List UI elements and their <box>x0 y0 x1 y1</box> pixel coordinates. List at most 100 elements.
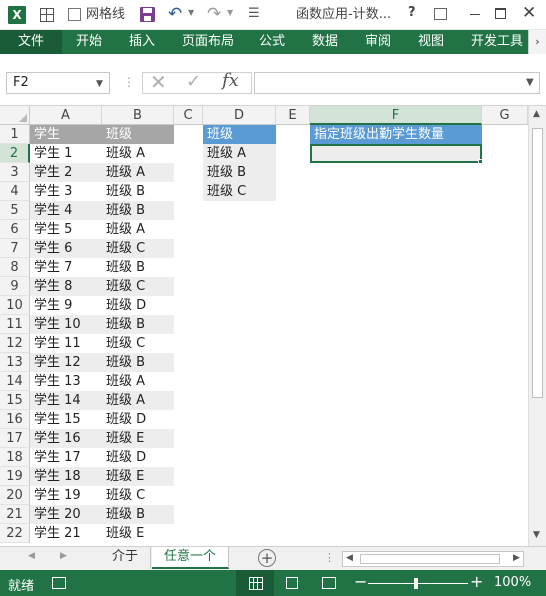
row-header-11[interactable]: 11 <box>0 315 30 334</box>
table-cell[interactable]: 班级 A <box>203 144 276 163</box>
gridlines-icon[interactable] <box>40 8 54 22</box>
column-header-e[interactable]: E <box>276 106 310 125</box>
name-box[interactable]: F2 <box>6 72 110 94</box>
table-cell[interactable]: 班级 E <box>102 467 174 486</box>
sheet-nav-right-icon[interactable]: ▶ <box>60 551 67 561</box>
table-cell[interactable]: 学生 14 <box>30 391 102 410</box>
header-cell-student[interactable]: 学生 <box>30 125 102 144</box>
horizontal-scroll-thumb[interactable] <box>360 554 500 564</box>
tab-file[interactable]: 文件 <box>0 30 62 54</box>
enter-icon[interactable]: ✓ <box>186 71 201 92</box>
table-cell[interactable]: 班级 B <box>102 505 174 524</box>
formula-input[interactable] <box>254 72 540 94</box>
table-cell[interactable]: 学生 17 <box>30 448 102 467</box>
table-cell[interactable]: 班级 C <box>102 486 174 505</box>
excel-icon[interactable]: X <box>8 6 26 24</box>
table-cell[interactable]: 班级 D <box>102 296 174 315</box>
scroll-down-icon[interactable]: ▼ <box>533 530 540 540</box>
zoom-slider[interactable] <box>368 583 468 584</box>
row-header-17[interactable]: 17 <box>0 429 30 448</box>
table-cell[interactable]: 班级 E <box>102 524 174 543</box>
row-header-10[interactable]: 10 <box>0 296 30 315</box>
table-cell[interactable]: 学生 9 <box>30 296 102 315</box>
row-header-22[interactable]: 22 <box>0 524 30 543</box>
row-header-15[interactable]: 15 <box>0 391 30 410</box>
table-cell[interactable]: 学生 11 <box>30 334 102 353</box>
insert-function-icon[interactable]: fx <box>222 70 239 91</box>
tab-formulas[interactable]: 公式 <box>259 33 285 51</box>
table-cell[interactable]: 班级 C <box>102 239 174 258</box>
sheet-nav-left-icon[interactable]: ◀ <box>28 551 35 561</box>
table-cell[interactable]: 班级 C <box>102 277 174 296</box>
table-cell[interactable]: 班级 B <box>102 315 174 334</box>
row-header-3[interactable]: 3 <box>0 163 30 182</box>
column-header-f[interactable]: F <box>310 106 482 125</box>
row-header-2[interactable]: 2 <box>0 144 30 163</box>
select-all-button[interactable] <box>0 106 30 125</box>
tab-splitter-icon[interactable]: ⋮ <box>324 551 335 564</box>
table-cell[interactable]: 学生 21 <box>30 524 102 543</box>
row-header-14[interactable]: 14 <box>0 372 30 391</box>
redo-icon[interactable]: ↷ <box>207 4 221 24</box>
save-icon[interactable] <box>140 7 155 22</box>
close-icon[interactable]: ✕ <box>522 3 536 23</box>
row-header-16[interactable]: 16 <box>0 410 30 429</box>
table-cell[interactable]: 学生 1 <box>30 144 102 163</box>
scroll-up-icon[interactable]: ▲ <box>533 109 540 119</box>
table-cell[interactable]: 班级 B <box>203 163 276 182</box>
table-cell[interactable]: 学生 7 <box>30 258 102 277</box>
table-cell[interactable]: 学生 5 <box>30 220 102 239</box>
table-cell[interactable]: 班级 B <box>102 258 174 277</box>
table-cell[interactable]: 学生 12 <box>30 353 102 372</box>
table-cell[interactable]: 班级 B <box>102 182 174 201</box>
table-cell[interactable]: 班级 A <box>102 391 174 410</box>
row-header-18[interactable]: 18 <box>0 448 30 467</box>
ribbon-scroll-right-icon[interactable]: › <box>528 30 546 54</box>
add-sheet-icon[interactable]: + <box>258 549 276 567</box>
tab-data[interactable]: 数据 <box>312 33 338 51</box>
normal-view-icon[interactable] <box>236 570 274 596</box>
vertical-scroll-thumb[interactable] <box>532 128 543 398</box>
maximize-icon[interactable] <box>495 8 506 19</box>
macro-record-icon[interactable] <box>52 577 66 589</box>
scroll-left-icon[interactable]: ◀ <box>346 553 353 563</box>
row-header-4[interactable]: 4 <box>0 182 30 201</box>
table-cell[interactable]: 班级 A <box>102 144 174 163</box>
table-cell[interactable]: 学生 13 <box>30 372 102 391</box>
table-cell[interactable]: 学生 15 <box>30 410 102 429</box>
table-cell[interactable]: 班级 B <box>102 353 174 372</box>
row-header-5[interactable]: 5 <box>0 201 30 220</box>
table-cell[interactable]: 班级 B <box>102 201 174 220</box>
table-cell[interactable]: 学生 16 <box>30 429 102 448</box>
tab-view[interactable]: 视图 <box>418 33 444 51</box>
table-cell[interactable]: 班级 A <box>102 163 174 182</box>
table-cell[interactable]: 班级 D <box>102 448 174 467</box>
header-cell-class-list[interactable]: 班级 <box>203 125 276 144</box>
tab-home[interactable]: 开始 <box>76 33 102 51</box>
page-break-view-icon[interactable] <box>322 577 336 589</box>
row-header-19[interactable]: 19 <box>0 467 30 486</box>
column-header-c[interactable]: C <box>174 106 203 125</box>
row-header-6[interactable]: 6 <box>0 220 30 239</box>
customize-qat-icon[interactable]: ☰ <box>248 6 260 21</box>
scroll-right-icon[interactable]: ▶ <box>513 553 520 563</box>
zoom-slider-thumb[interactable] <box>414 578 418 589</box>
row-header-9[interactable]: 9 <box>0 277 30 296</box>
row-header-8[interactable]: 8 <box>0 258 30 277</box>
tab-page-layout[interactable]: 页面布局 <box>182 33 234 51</box>
column-header-b[interactable]: B <box>102 106 174 125</box>
table-cell[interactable]: 班级 C <box>102 334 174 353</box>
row-header-13[interactable]: 13 <box>0 353 30 372</box>
undo-dropdown-icon[interactable]: ▼ <box>188 8 194 17</box>
row-header-12[interactable]: 12 <box>0 334 30 353</box>
table-cell[interactable]: 班级 C <box>203 182 276 201</box>
name-box-dropdown-icon[interactable]: ▼ <box>96 79 103 89</box>
table-cell[interactable]: 学生 4 <box>30 201 102 220</box>
redo-dropdown-icon[interactable]: ▼ <box>227 8 233 17</box>
vertical-scrollbar[interactable]: ▲ ▼ <box>528 106 546 546</box>
row-header-1[interactable]: 1 <box>0 125 30 144</box>
zoom-in-icon[interactable]: + <box>470 572 483 591</box>
header-cell-count[interactable]: 指定班级出勤学生数量 <box>310 125 482 144</box>
table-cell[interactable]: 学生 10 <box>30 315 102 334</box>
tab-review[interactable]: 审阅 <box>365 33 391 51</box>
